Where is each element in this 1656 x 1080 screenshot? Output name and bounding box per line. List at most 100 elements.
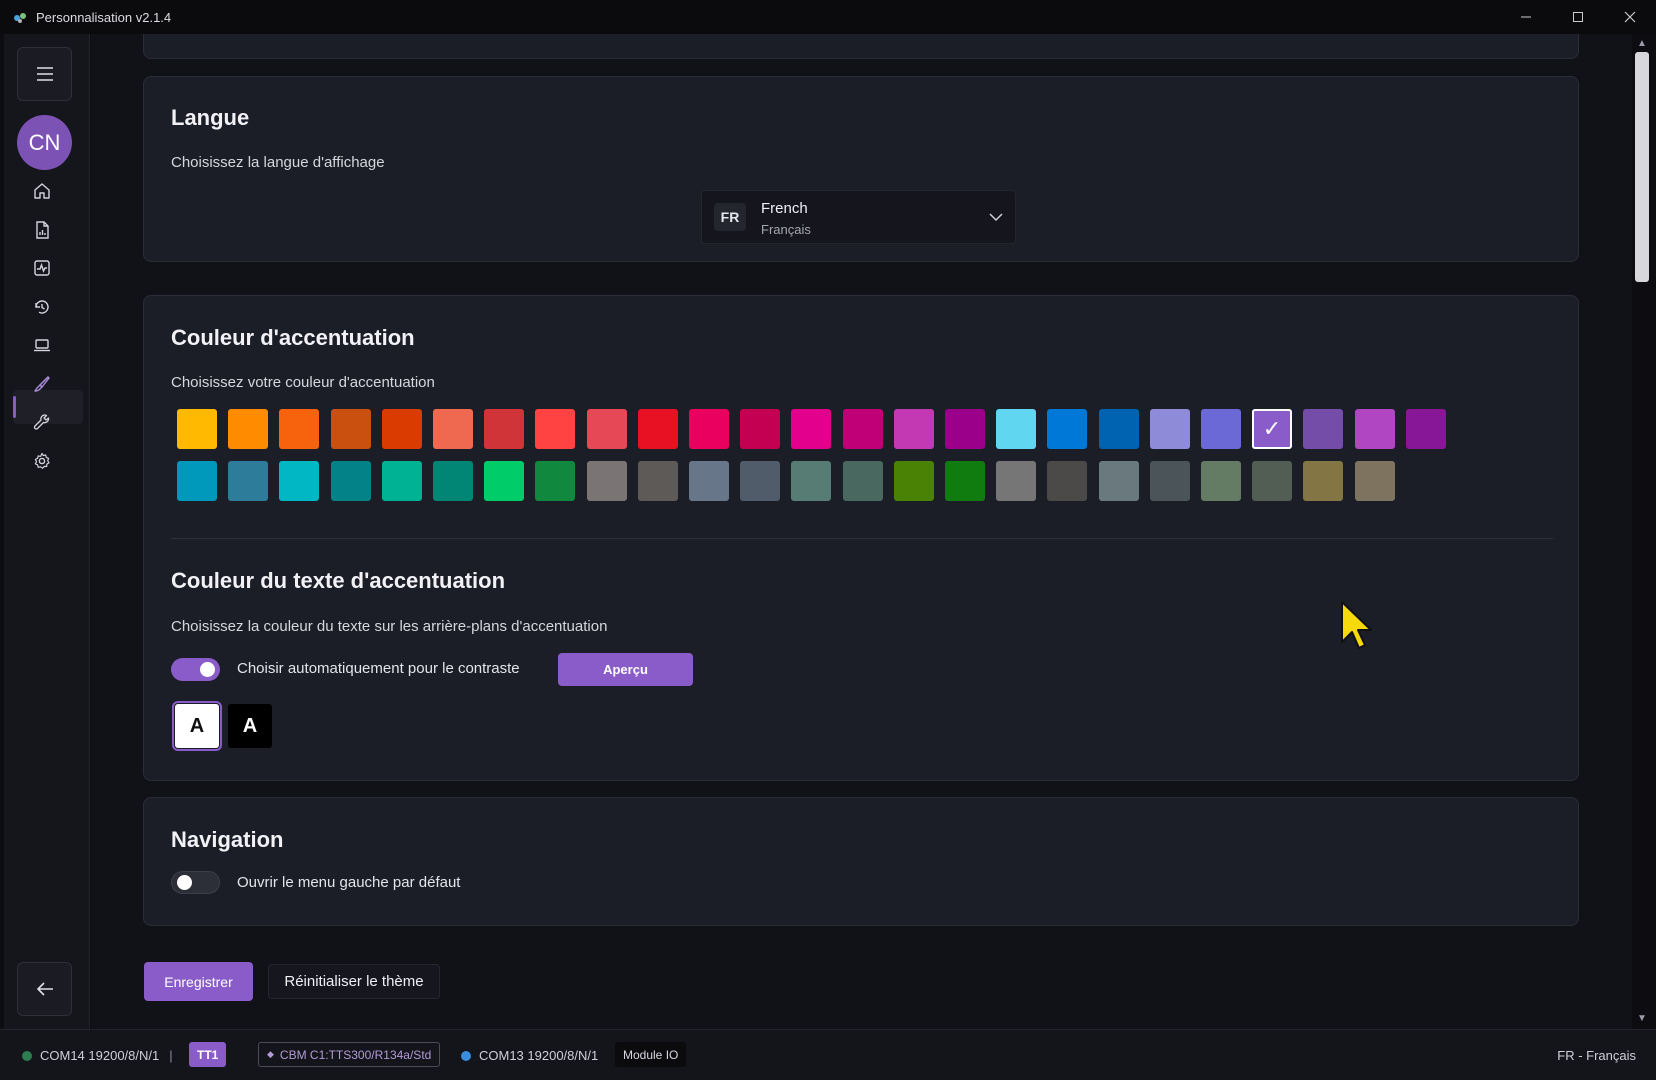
text-color-white-option[interactable]: A bbox=[172, 701, 222, 751]
text-color-black-option[interactable]: A bbox=[228, 704, 272, 748]
accent-swatch[interactable] bbox=[740, 461, 780, 501]
accent-swatch[interactable] bbox=[1252, 461, 1292, 501]
back-button[interactable] bbox=[17, 962, 72, 1016]
sidebar-item-devices[interactable] bbox=[30, 333, 54, 357]
scroll-down-icon[interactable]: ▼ bbox=[1636, 1013, 1648, 1025]
accent-swatch[interactable] bbox=[279, 409, 319, 449]
accent-swatch[interactable] bbox=[1355, 461, 1395, 501]
accent-swatch[interactable] bbox=[1303, 461, 1343, 501]
accent-swatch[interactable] bbox=[382, 461, 422, 501]
accent-swatch[interactable] bbox=[894, 461, 934, 501]
language-code-badge: FR bbox=[714, 203, 746, 231]
auto-contrast-toggle[interactable] bbox=[171, 658, 220, 681]
reset-theme-button[interactable]: Réinitialiser le thème bbox=[268, 964, 440, 999]
port1-status-dot bbox=[22, 1050, 32, 1061]
accent-card: Couleur d'accentuation Choisissez votre … bbox=[143, 295, 1579, 781]
chevron-down-icon bbox=[989, 213, 1003, 222]
accent-swatch[interactable] bbox=[279, 461, 319, 501]
accent-swatch[interactable] bbox=[1201, 461, 1241, 501]
accent-swatch[interactable] bbox=[177, 461, 217, 501]
sidebar-item-reports[interactable] bbox=[30, 218, 54, 242]
accent-swatch[interactable] bbox=[791, 409, 831, 449]
accent-swatch[interactable] bbox=[945, 461, 985, 501]
accent-text-title: Couleur du texte d'accentuation bbox=[171, 568, 506, 593]
app-icon bbox=[14, 13, 26, 23]
scroll-up-icon[interactable]: ▲ bbox=[1636, 38, 1648, 50]
accent-swatch[interactable] bbox=[433, 461, 473, 501]
accent-swatch[interactable] bbox=[331, 409, 371, 449]
accent-swatch[interactable] bbox=[433, 409, 473, 449]
sidebar-item-tools[interactable] bbox=[30, 410, 54, 434]
scroll-thumb[interactable] bbox=[1635, 52, 1649, 282]
accent-swatch[interactable] bbox=[638, 461, 678, 501]
accent-swatch[interactable] bbox=[331, 461, 371, 501]
menu-button[interactable] bbox=[17, 47, 72, 101]
accent-swatch[interactable] bbox=[535, 409, 575, 449]
wrench-icon bbox=[33, 414, 50, 430]
accent-swatch[interactable] bbox=[996, 409, 1036, 449]
vertical-scrollbar[interactable]: ▲ ▼ bbox=[1632, 34, 1652, 1029]
device-chip[interactable]: ◆ CBM C1:TTS300/R134a/Std bbox=[258, 1042, 441, 1067]
accent-swatch[interactable] bbox=[843, 461, 883, 501]
accent-swatch[interactable] bbox=[1150, 461, 1190, 501]
accent-swatch[interactable] bbox=[1099, 409, 1139, 449]
accent-swatch[interactable] bbox=[1406, 409, 1446, 449]
accent-swatch[interactable] bbox=[843, 409, 883, 449]
accent-swatch[interactable] bbox=[535, 461, 575, 501]
language-select[interactable]: FR French Français bbox=[701, 190, 1016, 244]
module-chip[interactable]: Module IO bbox=[615, 1042, 687, 1067]
accent-swatch[interactable] bbox=[484, 409, 524, 449]
maximize-button[interactable] bbox=[1552, 0, 1604, 34]
accent-swatch[interactable]: ✓ bbox=[1252, 409, 1292, 449]
accent-swatch[interactable] bbox=[996, 461, 1036, 501]
language-name: French bbox=[761, 200, 808, 217]
accent-swatch[interactable] bbox=[228, 409, 268, 449]
close-icon bbox=[1624, 11, 1636, 23]
language-card: Langue Choisissez la langue d'affichage … bbox=[143, 76, 1579, 262]
checkmark-icon: ✓ bbox=[1262, 416, 1282, 441]
accent-swatch[interactable] bbox=[228, 461, 268, 501]
accent-swatch[interactable] bbox=[791, 461, 831, 501]
accent-swatch[interactable] bbox=[382, 409, 422, 449]
accent-swatch[interactable] bbox=[1150, 409, 1190, 449]
accent-swatch[interactable] bbox=[689, 461, 729, 501]
main-content: Langue Choisissez la langue d'affichage … bbox=[91, 34, 1632, 1029]
accent-swatch[interactable] bbox=[484, 461, 524, 501]
accent-swatch[interactable] bbox=[1047, 409, 1087, 449]
minimize-button[interactable] bbox=[1500, 0, 1552, 34]
home-icon bbox=[34, 183, 50, 199]
hamburger-icon bbox=[36, 67, 53, 81]
title-bar: Personnalisation v2.1.4 bbox=[0, 0, 1656, 34]
port1-badge[interactable]: TT1 bbox=[189, 1042, 227, 1067]
accent-swatch[interactable] bbox=[945, 409, 985, 449]
accent-swatch[interactable] bbox=[1047, 461, 1087, 501]
sidebar-item-personalization[interactable] bbox=[30, 372, 54, 396]
sidebar-item-settings[interactable] bbox=[30, 449, 54, 473]
preview-button[interactable]: Aperçu bbox=[558, 653, 693, 686]
accent-swatch[interactable] bbox=[689, 409, 729, 449]
accent-swatch[interactable] bbox=[1355, 409, 1395, 449]
sidebar-item-activity[interactable] bbox=[30, 256, 54, 280]
open-left-menu-toggle[interactable] bbox=[171, 871, 220, 894]
accent-swatch[interactable] bbox=[587, 461, 627, 501]
section-divider bbox=[171, 538, 1553, 539]
accent-swatch[interactable] bbox=[638, 409, 678, 449]
accent-swatch[interactable] bbox=[177, 409, 217, 449]
close-button[interactable] bbox=[1604, 0, 1656, 34]
report-icon bbox=[36, 221, 49, 239]
accent-swatch[interactable] bbox=[1099, 461, 1139, 501]
accent-swatch[interactable] bbox=[1201, 409, 1241, 449]
arrow-left-icon bbox=[36, 982, 53, 996]
device-chip-label: CBM C1:TTS300/R134a/Std bbox=[279, 1047, 432, 1062]
accent-swatch[interactable] bbox=[894, 409, 934, 449]
sidebar-item-history[interactable] bbox=[30, 295, 54, 319]
locale-indicator[interactable]: FR - Français bbox=[1557, 1048, 1636, 1063]
save-button[interactable]: Enregistrer bbox=[144, 962, 253, 1001]
accent-swatch[interactable] bbox=[740, 409, 780, 449]
accent-swatch[interactable] bbox=[587, 409, 627, 449]
status-separator: | bbox=[169, 1048, 173, 1063]
port2-status: COM13 19200/8/N/1 bbox=[461, 1048, 598, 1063]
accent-swatch[interactable] bbox=[1303, 409, 1343, 449]
sidebar-item-home[interactable] bbox=[30, 179, 54, 203]
avatar[interactable]: CN bbox=[17, 115, 72, 170]
